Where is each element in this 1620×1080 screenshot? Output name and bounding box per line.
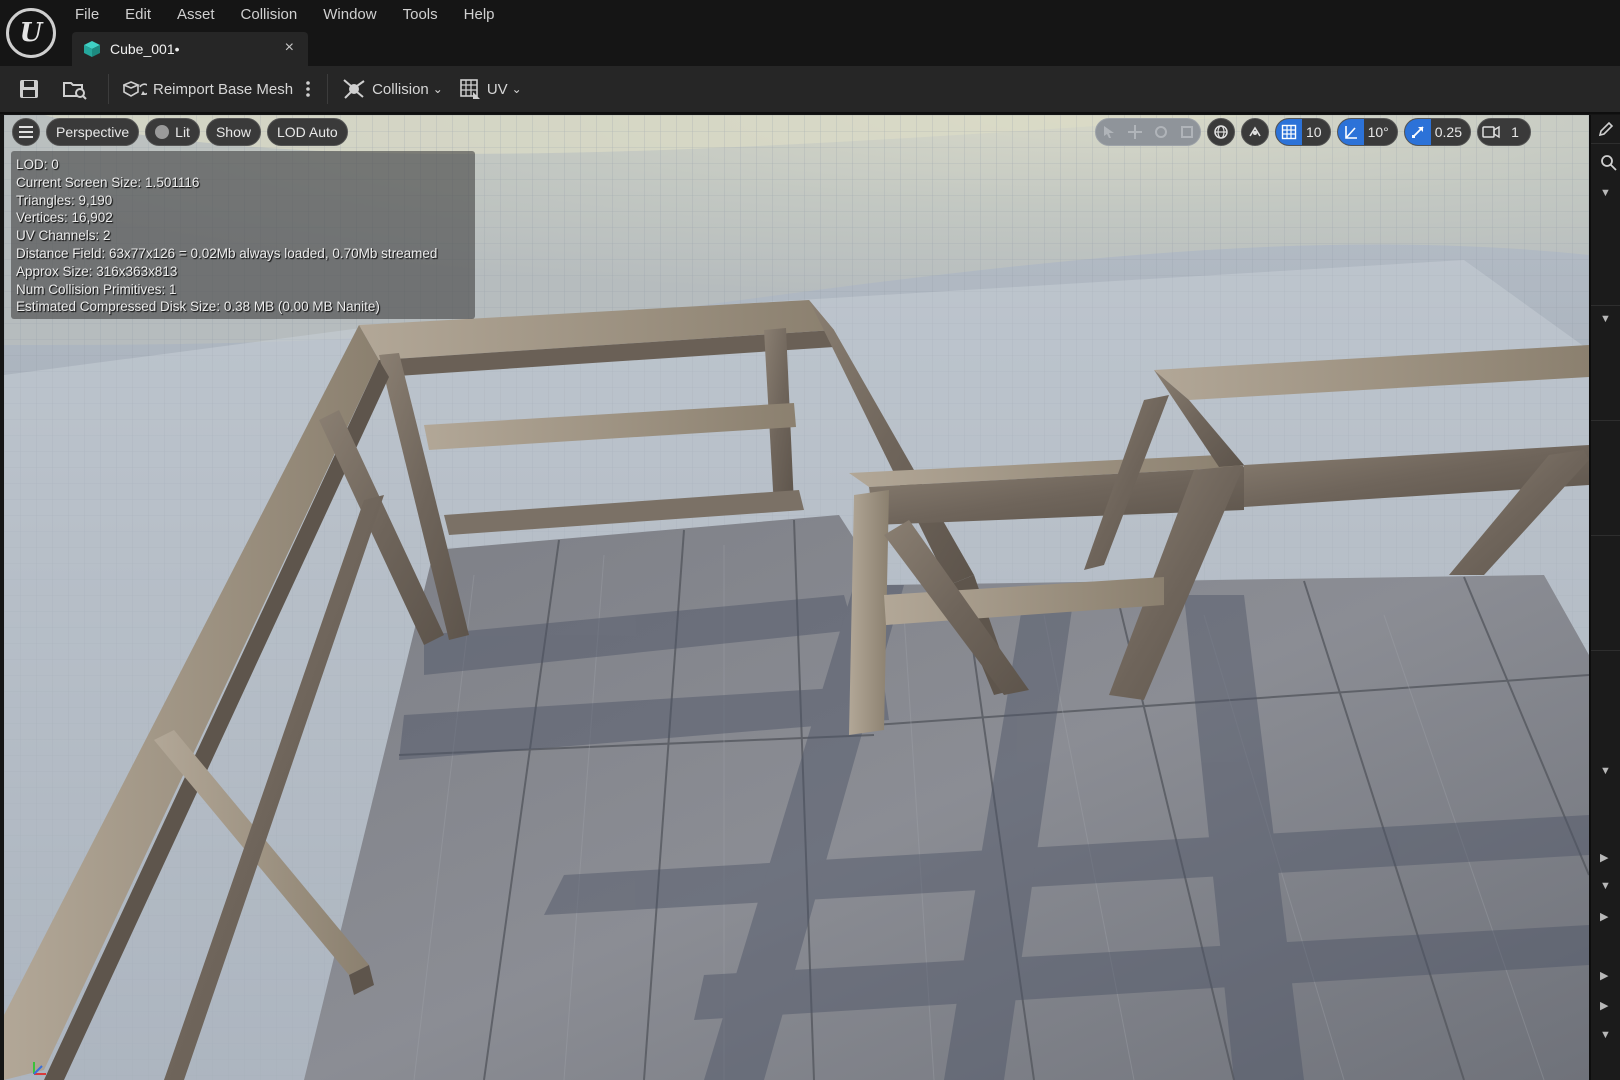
collapse-arrow-icon[interactable]: ▶ — [1600, 969, 1608, 982]
collapse-arrow-icon[interactable]: ▶ — [1600, 999, 1608, 1012]
mesh-viewport[interactable]: Perspective Lit Show LOD Auto 10 10° 0.2… — [4, 115, 1589, 1080]
menu-tools[interactable]: Tools — [390, 4, 451, 26]
asset-tab[interactable]: Cube_001• × — [72, 32, 308, 66]
expand-arrow-icon[interactable]: ▼ — [1600, 1029, 1611, 1041]
transform-tools-group — [1095, 118, 1201, 146]
menu-items: File Edit Asset Collision Window Tools H… — [62, 4, 508, 26]
panel-divider — [1591, 535, 1620, 536]
select-mode-icon[interactable] — [1096, 119, 1122, 145]
menu-window[interactable]: Window — [310, 4, 389, 26]
chevron-down-icon: ⌄ — [511, 82, 522, 96]
rotate-mode-icon[interactable] — [1148, 119, 1174, 145]
unreal-logo-icon[interactable]: U — [6, 8, 56, 58]
panel-divider — [1591, 650, 1620, 651]
camera-speed-group[interactable]: 1 — [1477, 118, 1531, 146]
surface-snapping-button[interactable] — [1241, 118, 1269, 146]
expand-arrow-icon[interactable]: ▼ — [1600, 187, 1611, 199]
lod-button[interactable]: LOD Auto — [266, 118, 348, 146]
lit-label: Lit — [175, 124, 190, 140]
expand-arrow-icon[interactable]: ▼ — [1600, 880, 1611, 892]
show-button[interactable]: Show — [205, 118, 261, 146]
grid-snap-icon[interactable] — [1276, 119, 1302, 145]
viewport-left-controls: Perspective Lit Show LOD Auto — [12, 118, 354, 146]
scale-snap-value[interactable]: 0.25 — [1431, 119, 1470, 145]
uv-dropdown[interactable]: UV ⌄ — [451, 71, 530, 107]
panel-divider — [1591, 143, 1620, 144]
save-button[interactable] — [0, 71, 54, 107]
stat-vertices: Vertices: 16,902 — [16, 210, 113, 226]
stat-lod: LOD: 0 — [16, 157, 59, 172]
toolbar-separator — [327, 74, 329, 104]
coordinate-system-button[interactable] — [1207, 118, 1235, 146]
stat-approx-size: Approx Size: 316x363x813 — [16, 263, 178, 279]
expand-arrow-icon[interactable]: ▼ — [1600, 765, 1611, 777]
toolbar-separator — [108, 74, 109, 104]
scale-snap-icon[interactable] — [1404, 119, 1431, 145]
menu-help[interactable]: Help — [451, 4, 508, 26]
asset-tab-label: Cube_001• — [110, 41, 180, 57]
folder-search-icon — [63, 82, 87, 100]
pencil-icon[interactable] — [1597, 120, 1615, 138]
camera-speed-value[interactable]: 1 — [1504, 119, 1530, 145]
camera-icon[interactable] — [1478, 119, 1504, 145]
globe-icon — [1214, 125, 1228, 139]
grid-snap-group[interactable]: 10 — [1275, 118, 1331, 146]
stat-collision-primitives: Num Collision Primitives: 1 — [16, 281, 177, 297]
chevron-down-icon: ⌄ — [432, 82, 443, 96]
expand-arrow-icon[interactable]: ▼ — [1600, 313, 1611, 325]
collapse-arrow-icon[interactable]: ▶ — [1600, 851, 1608, 864]
details-panel-strip: ▼ ▼ ▼ ▶ ▼ ▶ ▶ ▶ ▼ — [1589, 115, 1620, 1080]
stat-triangles: Triangles: 9,190 — [16, 192, 113, 208]
menu-asset[interactable]: Asset — [164, 4, 228, 26]
angle-snap-icon[interactable] — [1337, 119, 1364, 145]
collision-label: Collision — [372, 80, 429, 98]
hamburger-menu-icon — [19, 126, 33, 138]
collision-icon — [343, 79, 365, 99]
grid-snap-value[interactable]: 10 — [1302, 119, 1330, 145]
menu-file[interactable]: File — [62, 4, 112, 26]
toolbar: Reimport Base Mesh Collision ⌄ UV ⌄ — [0, 66, 1620, 114]
surface-snap-icon — [1249, 126, 1261, 137]
stat-uv-channels: UV Channels: 2 — [16, 228, 111, 244]
collision-dropdown[interactable]: Collision ⌄ — [334, 71, 451, 107]
scale-snap-group[interactable]: 0.25 — [1403, 118, 1471, 146]
lit-sphere-icon — [155, 125, 170, 139]
more-options-button[interactable] — [301, 71, 321, 107]
save-icon — [20, 80, 38, 98]
menu-collision[interactable]: Collision — [228, 4, 311, 26]
reimport-icon — [123, 81, 147, 97]
translate-mode-icon[interactable] — [1122, 119, 1148, 145]
static-mesh-editor: U File Edit Asset Collision Window Tools… — [0, 0, 1620, 1080]
viewport-options-button[interactable] — [12, 118, 40, 146]
uv-label: UV — [486, 80, 508, 98]
menu-edit[interactable]: Edit — [112, 4, 164, 26]
axis-gizmo-icon — [33, 1062, 46, 1075]
reimport-label: Reimport Base Mesh — [153, 80, 294, 98]
scale-mode-icon[interactable] — [1174, 119, 1200, 145]
stat-screen-size: Current Screen Size: 1.501116 — [16, 174, 200, 190]
kebab-menu-icon — [306, 81, 310, 97]
reimport-base-mesh-button[interactable]: Reimport Base Mesh — [115, 71, 301, 107]
close-tab-icon[interactable]: × — [285, 39, 294, 57]
stat-disk-size: Estimated Compressed Disk Size: 0.38 MB … — [16, 299, 380, 315]
mesh-stats-overlay: LOD: 0 Current Screen Size: 1.501116 Tri… — [11, 151, 475, 319]
perspective-button[interactable]: Perspective — [46, 118, 140, 146]
collapse-arrow-icon[interactable]: ▶ — [1600, 910, 1608, 923]
search-icon[interactable] — [1599, 153, 1617, 171]
panel-divider — [1591, 420, 1620, 421]
rotation-snap-group[interactable]: 10° — [1336, 118, 1398, 146]
lit-button[interactable]: Lit — [145, 118, 200, 146]
uv-grid-icon — [460, 79, 480, 99]
menu-bar: U File Edit Asset Collision Window Tools… — [0, 0, 1620, 66]
viewport-right-controls: 10 10° 0.25 1 — [1089, 118, 1531, 146]
static-mesh-icon — [84, 41, 100, 57]
panel-divider — [1591, 305, 1620, 306]
browse-asset-button[interactable] — [54, 71, 102, 107]
stat-distance-field: Distance Field: 63x77x126 = 0.02Mb alway… — [16, 245, 438, 261]
rotation-snap-value[interactable]: 10° — [1364, 119, 1397, 145]
